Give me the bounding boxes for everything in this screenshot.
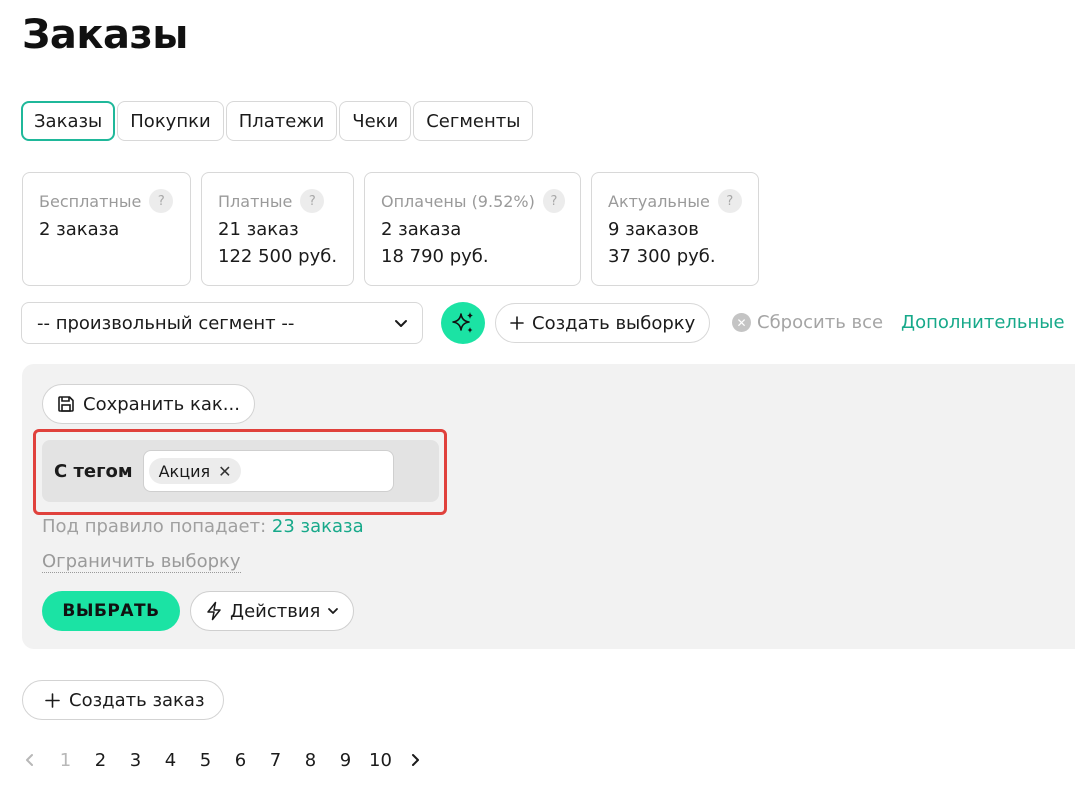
help-icon[interactable]: ? [717, 189, 742, 213]
segment-select[interactable]: -- произвольный сегмент -- [21, 302, 423, 344]
highlight-frame [33, 429, 447, 515]
stat-amount: 122 500 руб. [218, 246, 338, 267]
stat-card-actual: Актуальные ? 9 заказов 37 300 руб. [591, 172, 759, 286]
additional-filters-link[interactable]: Дополнительные [901, 312, 1065, 333]
page-title: Заказы [22, 12, 188, 58]
close-circle-icon: ✕ [732, 313, 751, 332]
stat-card-paid-orders: Оплачены (9.52%) ? 2 заказа 18 790 руб. [364, 172, 581, 286]
tab-receipts[interactable]: Чеки [339, 101, 412, 141]
select-button[interactable]: ВЫБРАТЬ [42, 591, 180, 631]
match-info: Под правило попадает: 23 заказа [42, 516, 364, 537]
stat-label: Актуальные [608, 191, 710, 211]
match-prefix: Под правило попадает: [42, 516, 267, 537]
save-as-button[interactable]: Сохранить как... [42, 384, 255, 424]
tab-purchases[interactable]: Покупки [117, 101, 224, 141]
segment-select-value: -- произвольный сегмент -- [37, 312, 295, 334]
ai-assistant-button[interactable] [441, 302, 485, 344]
create-selection-button[interactable]: Создать выборку [495, 303, 711, 343]
stat-card-paid: Платные ? 21 заказ 122 500 руб. [201, 172, 354, 286]
page-number[interactable]: 4 [153, 750, 188, 771]
page-number[interactable]: 3 [118, 750, 153, 771]
prev-page-button[interactable] [24, 753, 48, 767]
plus-icon [510, 316, 524, 330]
tab-segments[interactable]: Сегменты [413, 101, 534, 141]
help-icon[interactable]: ? [149, 189, 174, 213]
page-number[interactable]: 5 [188, 750, 223, 771]
tab-payments[interactable]: Платежи [225, 101, 338, 141]
limit-selection-link[interactable]: Ограничить выборку [42, 552, 241, 573]
stat-value: 9 заказов [608, 219, 699, 240]
chevron-left-icon [26, 754, 33, 766]
stat-value: 21 заказ [218, 219, 299, 240]
page-number[interactable]: 2 [83, 750, 118, 771]
tab-orders[interactable]: Заказы [21, 101, 116, 141]
stat-value: 2 заказа [381, 219, 462, 240]
chevron-down-icon [395, 320, 407, 327]
create-order-label: Создать заказ [69, 689, 205, 711]
chevron-down-icon [328, 608, 339, 614]
page-number[interactable]: 7 [258, 750, 293, 771]
sparkles-icon [452, 312, 473, 333]
next-page-button[interactable] [398, 753, 433, 767]
tab-bar: Заказы Покупки Платежи Чеки Сегменты [21, 101, 534, 141]
filter-panel: Сохранить как... С тегом Акция ✕ Под пра… [22, 364, 1075, 649]
chevron-right-icon [411, 754, 419, 766]
page-number[interactable]: 8 [293, 750, 328, 771]
stat-amount: 18 790 руб. [381, 246, 489, 267]
page-number[interactable]: 9 [328, 750, 363, 771]
create-order-button[interactable]: Создать заказ [22, 680, 224, 720]
page-number[interactable]: 1 [48, 750, 83, 771]
help-icon[interactable]: ? [542, 189, 565, 213]
actions-button[interactable]: Действия [190, 591, 355, 631]
stat-label: Бесплатные [39, 191, 142, 211]
stat-label: Платные [218, 191, 293, 211]
stat-value: 2 заказа [39, 219, 120, 240]
help-icon[interactable]: ? [300, 189, 325, 213]
match-count-link[interactable]: 23 заказа [272, 516, 364, 537]
save-as-label: Сохранить как... [83, 393, 240, 415]
stat-card-free: Бесплатные ? 2 заказа [22, 172, 191, 286]
reset-all-label: Сбросить все [757, 312, 884, 333]
stat-label: Оплачены (9.52%) [381, 191, 535, 211]
page-number[interactable]: 10 [363, 750, 398, 771]
floppy-disk-icon [58, 396, 74, 412]
pagination: 1 2 3 4 5 6 7 8 9 10 [24, 748, 433, 772]
plus-icon [45, 692, 60, 708]
lightning-icon [207, 601, 221, 621]
create-selection-label: Создать выборку [532, 312, 696, 334]
actions-label: Действия [230, 600, 321, 622]
stat-amount: 37 300 руб. [608, 246, 716, 267]
reset-all-button[interactable]: ✕ Сбросить все [732, 312, 883, 333]
page-number[interactable]: 6 [223, 750, 258, 771]
